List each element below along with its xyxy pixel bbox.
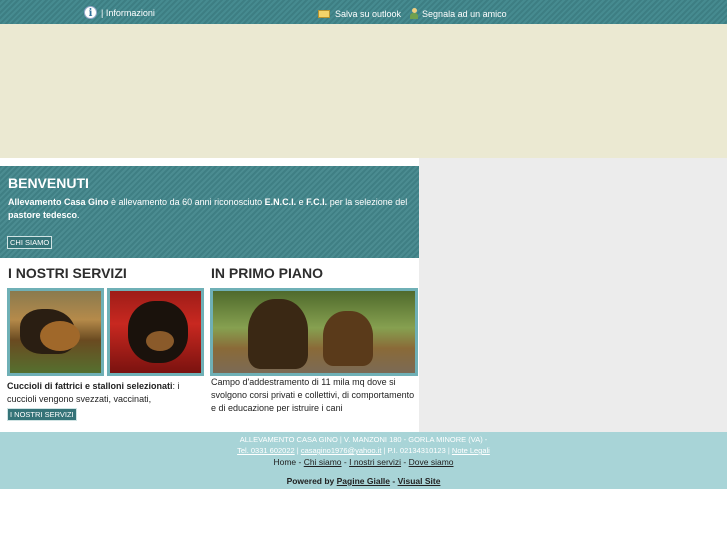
services-title: I NOSTRI SERVIZI xyxy=(8,265,127,281)
nav-separator: - xyxy=(341,457,350,467)
services-button[interactable]: I NOSTRI SERVIZI xyxy=(7,408,77,421)
welcome-text-span: per la selezione del xyxy=(327,197,408,207)
footer-home-link[interactable]: Home xyxy=(273,457,296,467)
german-shepherd-photo[interactable] xyxy=(7,288,104,376)
save-outlook-link[interactable]: Salva su outlook xyxy=(318,9,401,19)
powered-separator: - xyxy=(390,476,398,486)
info-icon: i xyxy=(84,6,97,19)
welcome-text: Allevamento Casa Gino è allevamento da 6… xyxy=(8,196,408,222)
fci-label: F.C.I. xyxy=(306,197,328,207)
breed-label: pastore tedesco xyxy=(8,210,78,220)
legal-notes-link[interactable]: Note Legali xyxy=(452,446,490,455)
phone-link[interactable]: Tel. 0331 602022 xyxy=(237,446,295,455)
info-label: | Informazioni xyxy=(101,7,155,18)
welcome-text-span: . xyxy=(77,210,80,220)
footer-dove-siamo-link[interactable]: Dove siamo xyxy=(409,457,454,467)
tell-friend-label: Segnala ad un amico xyxy=(422,8,507,19)
info-link[interactable]: i | Informazioni xyxy=(84,6,155,19)
welcome-box: BENVENUTI Allevamento Casa Gino è alleva… xyxy=(0,166,419,258)
puppy-photo[interactable] xyxy=(107,288,204,376)
header-banner xyxy=(0,24,727,158)
vcard-icon xyxy=(318,9,330,18)
footer-address: ALLEVAMENTO CASA GINO | V. MANZONI 180 -… xyxy=(239,435,488,444)
chi-siamo-button[interactable]: CHI SIAMO xyxy=(7,236,53,249)
nav-separator: - xyxy=(401,457,409,467)
services-description: Cuccioli di fattrici e stalloni selezion… xyxy=(7,380,205,406)
vat-number: | P.I. 02134310123 | xyxy=(381,446,452,455)
person-icon xyxy=(410,8,419,19)
tell-friend-link[interactable]: Segnala ad un amico xyxy=(401,8,507,19)
featured-title: IN PRIMO PIANO xyxy=(211,265,324,281)
nav-separator: - xyxy=(296,457,304,467)
dogs-on-bench-photo[interactable] xyxy=(210,288,418,376)
footer-servizi-link[interactable]: I nostri servizi xyxy=(349,457,401,467)
footer: ALLEVAMENTO CASA GINO | V. MANZONI 180 -… xyxy=(0,432,727,489)
footer-contacts: Tel. 0331 602022 | casagino1976@yahoo.it… xyxy=(0,446,727,455)
right-column-background xyxy=(419,158,727,432)
welcome-text-span: e xyxy=(296,197,307,207)
powered-by: Powered by Pagine Gialle - Visual Site xyxy=(0,476,727,486)
welcome-title: BENVENUTI xyxy=(8,175,89,191)
pagine-gialle-link[interactable]: Pagine Gialle xyxy=(337,476,390,486)
kennel-name: Allevamento Casa Gino xyxy=(8,197,109,207)
top-bar: i | Informazioni Salva su outlook Segnal… xyxy=(0,0,727,24)
powered-label: Powered by xyxy=(286,476,337,486)
footer-nav: Home - Chi siamo - I nostri servizi - Do… xyxy=(0,457,727,467)
enci-label: E.N.C.I. xyxy=(264,197,297,207)
featured-description: Campo d'addestramento di 11 mila mq dove… xyxy=(211,377,415,412)
email-link[interactable]: casagino1976@yahoo.it xyxy=(301,446,382,455)
footer-chi-siamo-link[interactable]: Chi siamo xyxy=(304,457,342,467)
welcome-text-span: è allevamento da 60 anni riconosciuto xyxy=(108,197,265,207)
visual-site-link[interactable]: Visual Site xyxy=(398,476,441,486)
save-outlook-label: Salva su outlook xyxy=(335,8,402,19)
services-desc-bold: Cuccioli di fattrici e stalloni selezion… xyxy=(7,381,173,391)
top-actions: Salva su outlook Segnala ad un amico xyxy=(318,8,507,19)
